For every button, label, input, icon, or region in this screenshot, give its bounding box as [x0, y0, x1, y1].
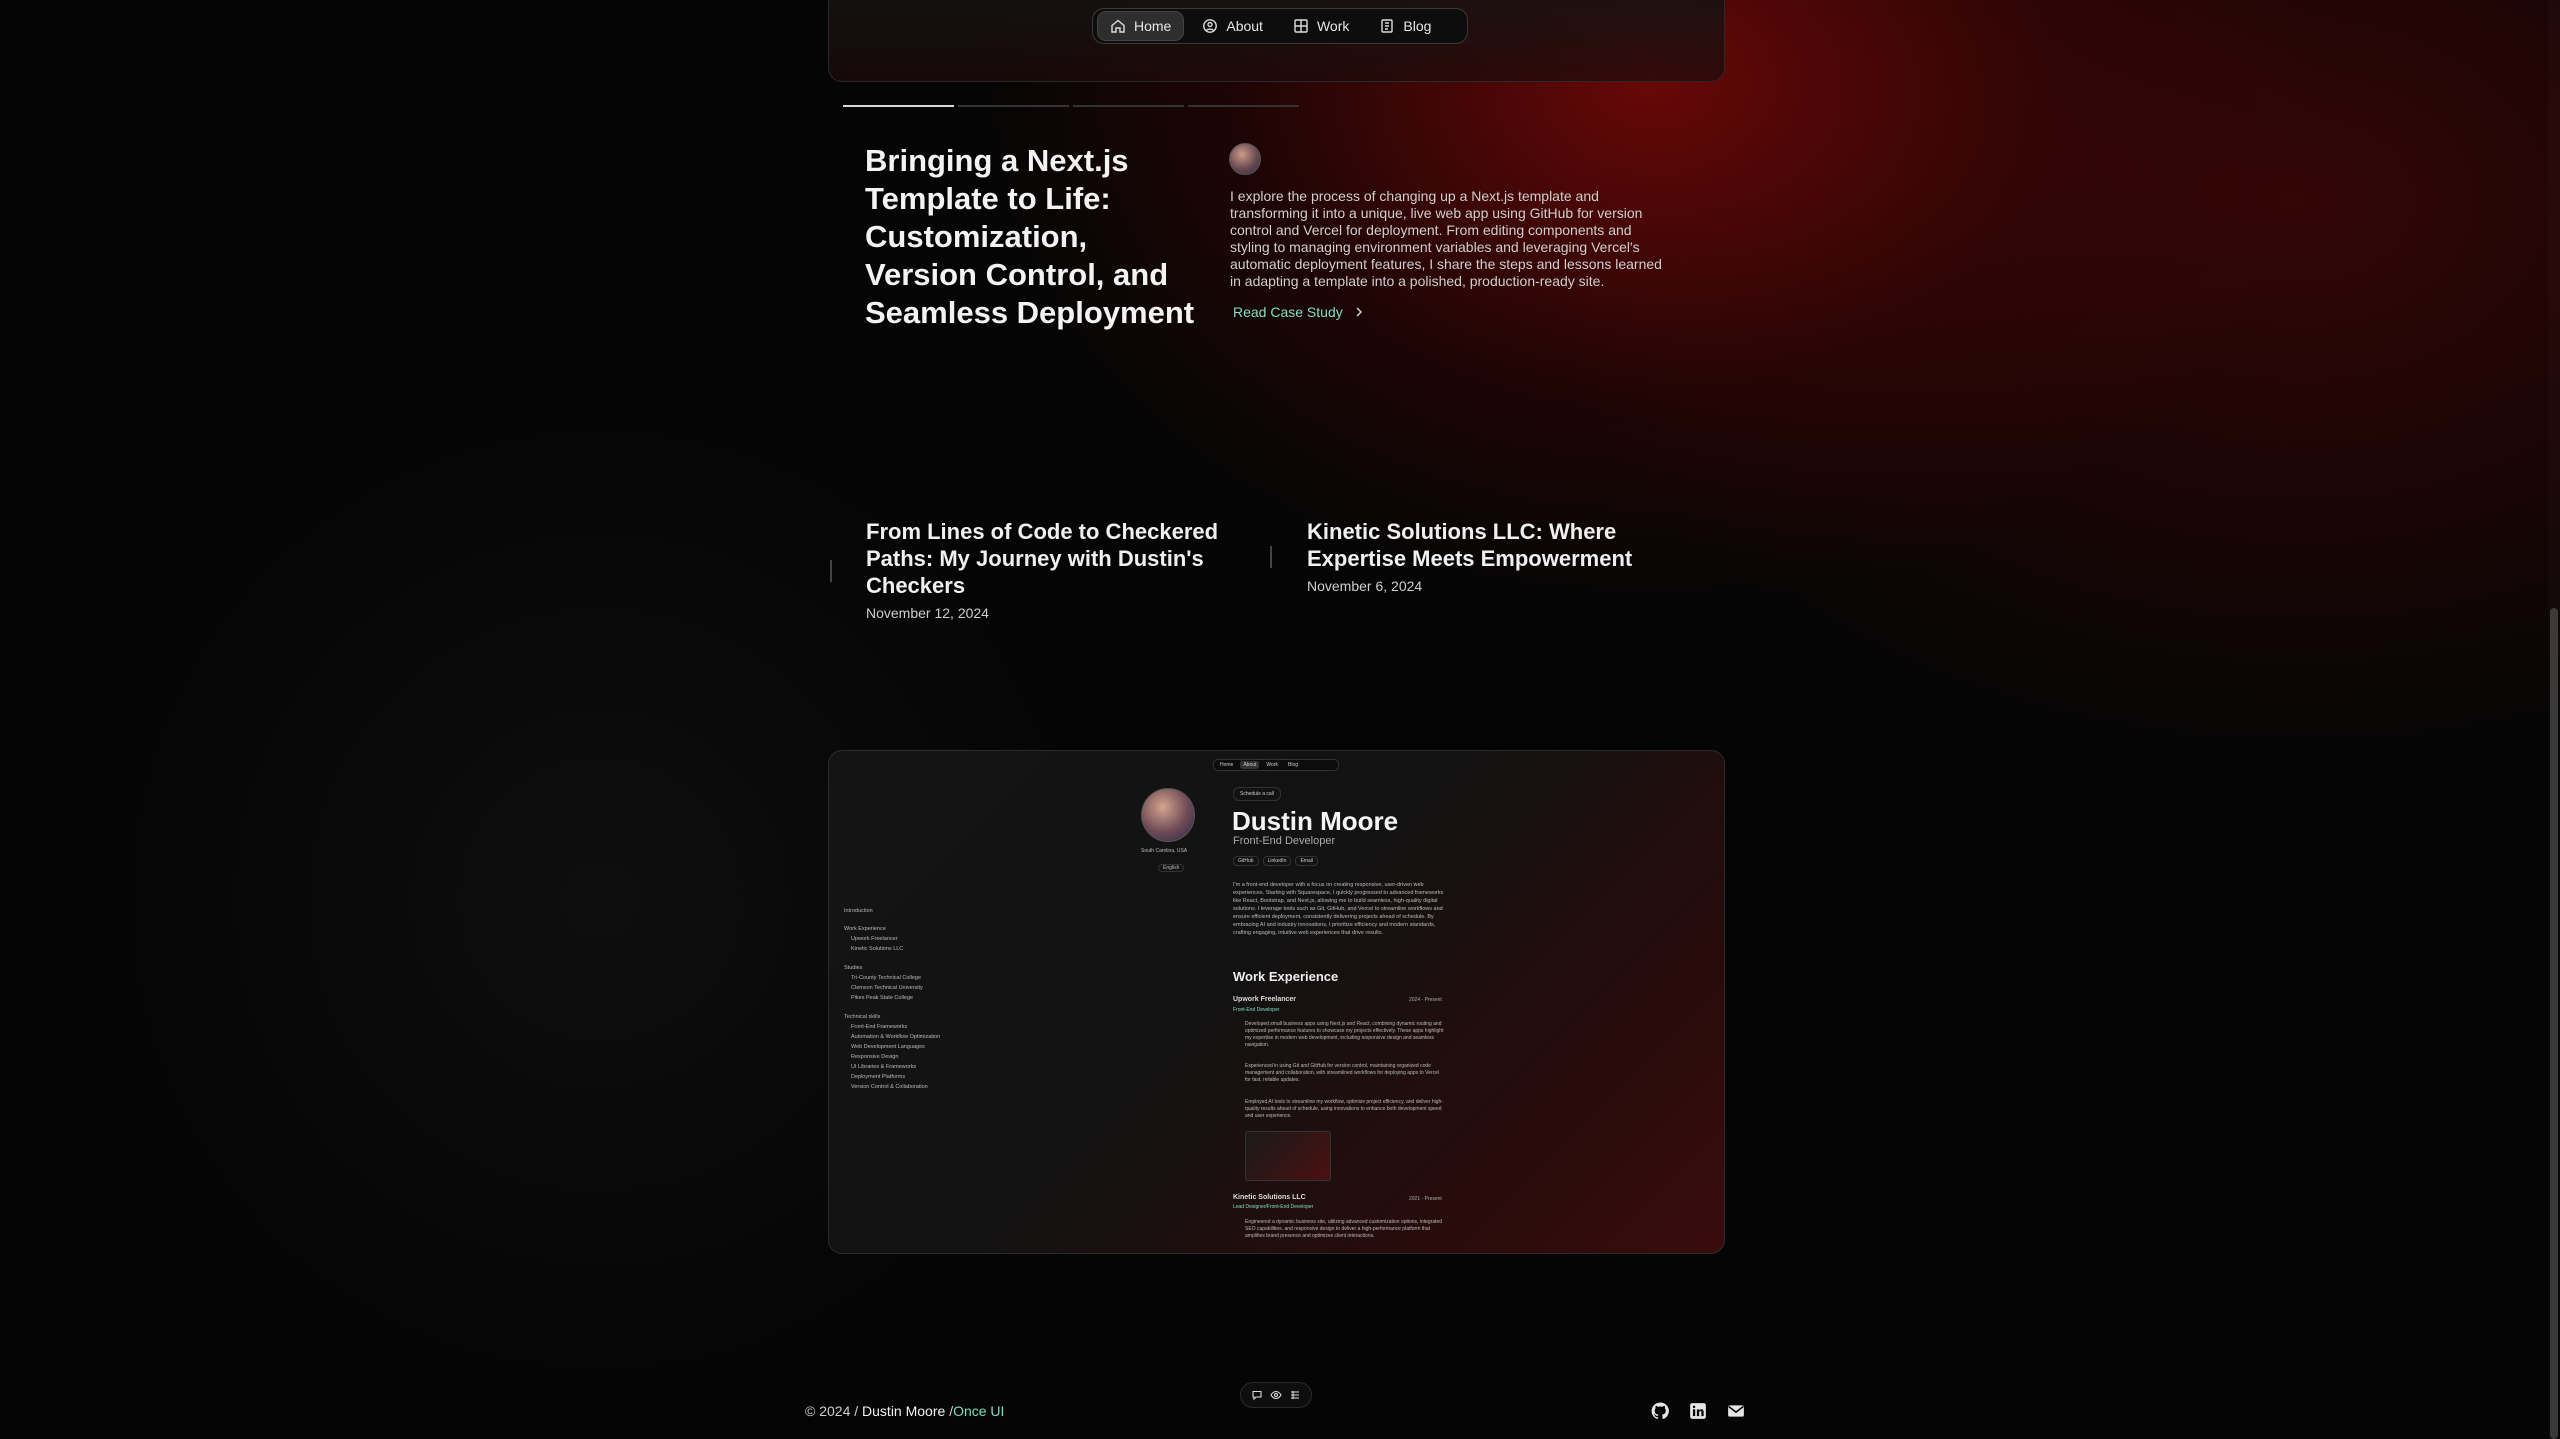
preview-nav-item: Home: [1220, 762, 1234, 768]
email-icon[interactable]: [1727, 1402, 1745, 1420]
nav-work-label: Work: [1316, 18, 1350, 34]
read-case-study-label: Read Case Study: [1233, 304, 1343, 320]
preview-job-company: Upwork Freelancer: [1233, 996, 1297, 1003]
preview-toc-item: Front-End Frameworks: [851, 1024, 908, 1030]
list-icon[interactable]: [1289, 1389, 1301, 1401]
preview-toc-item: Studies: [844, 965, 863, 971]
preview-job-role: Lead Designer/Front-End Developer: [1233, 1204, 1314, 1210]
preview-bullet: Employed AI tools to streamline my workf…: [1245, 1099, 1443, 1119]
preview-nav-item: Work: [1266, 762, 1278, 768]
preview-toc-item: Deployment Platforms: [851, 1074, 906, 1080]
preview-social-chips: GitHub LinkedIn Email: [1233, 856, 1318, 866]
preview-project-thumbnail: [1245, 1131, 1331, 1181]
eye-icon[interactable]: [1270, 1389, 1282, 1401]
read-case-study-link[interactable]: Read Case Study: [1233, 304, 1365, 320]
preview-toc-item: Version Control & Collaboration: [851, 1084, 928, 1090]
preview-chip: GitHub: [1233, 856, 1259, 866]
preview-toc-item: Work Experience: [844, 926, 886, 932]
chat-icon[interactable]: [1251, 1389, 1263, 1401]
preview-toc-item: Tri-County Technical College: [851, 975, 922, 981]
preview-toc-item: Clemson Technical University: [851, 985, 923, 991]
preview-bio: I'm a front-end developer with a focus o…: [1233, 882, 1444, 936]
preview-chip: Email: [1295, 856, 1318, 866]
featured-project-description: I explore the process of changing up a N…: [1230, 188, 1662, 289]
carousel-indicator-3[interactable]: [1073, 105, 1184, 107]
preview-bullet: Developed small business apps using Next…: [1245, 1021, 1444, 1048]
preview-location: South Carolina, USA: [1141, 848, 1188, 854]
preview-nav-item: About: [1240, 761, 1260, 769]
chevron-right-icon: [1356, 307, 1362, 317]
carousel-indicator-2[interactable]: [958, 105, 1069, 107]
scrollbar-track[interactable]: [2548, 0, 2560, 1439]
post-date: November 12, 2024: [866, 605, 989, 621]
preview-nav: Home About Work Blog: [1213, 759, 1339, 771]
about-page-preview[interactable]: Home About Work Blog South Carolina, USA…: [828, 750, 1725, 1254]
preview-chip: LinkedIn: [1262, 856, 1292, 866]
preview-toc-item: Pikes Peak State College: [851, 995, 914, 1001]
featured-project-title[interactable]: Bringing a Next.js Template to Life: Cus…: [865, 142, 1195, 332]
blog-post-1[interactable]: From Lines of Code to Checkered Paths: M…: [830, 518, 1220, 621]
nav-about[interactable]: About: [1190, 12, 1275, 40]
preview-job-role: Front-End Developer: [1233, 1007, 1280, 1013]
preview-job-company: Kinetic Solutions LLC: [1233, 1194, 1306, 1201]
nav-about-label: About: [1226, 18, 1263, 34]
post-title[interactable]: From Lines of Code to Checkered Paths: M…: [866, 518, 1220, 599]
linkedin-icon[interactable]: [1689, 1402, 1707, 1420]
preview-toc-item: Automation & Workflow Optimization: [851, 1034, 941, 1040]
main-nav: Home About Work Blog: [1092, 8, 1468, 44]
blog-post-2[interactable]: Kinetic Solutions LLC: Where Expertise M…: [1270, 518, 1690, 594]
post-date: November 6, 2024: [1307, 578, 1423, 594]
preview-avatar: [1141, 788, 1195, 842]
carousel-progress: [843, 105, 1299, 107]
preview-bullet: Engineered a dynamic business site, util…: [1245, 1219, 1443, 1239]
footer-year: © 2024 /: [805, 1403, 859, 1419]
preview-section-title: Work Experience: [1233, 969, 1339, 984]
preview-job-dates: 2024 - Present: [1409, 997, 1442, 1003]
preview-toc-item: Kinetic Solutions LLC: [851, 946, 904, 952]
github-icon[interactable]: [1651, 1402, 1669, 1420]
preview-toc-item: Technical skills: [844, 1014, 881, 1020]
preview-toc-item: Web Development Languages: [851, 1044, 925, 1050]
carousel-indicator-4[interactable]: [1188, 105, 1299, 107]
preview-toc-item: Introduction: [844, 908, 873, 914]
carousel-indicator-1[interactable]: [843, 105, 954, 107]
preview-toc-item: Upwork Freelancer: [851, 936, 898, 942]
nav-work[interactable]: Work: [1281, 12, 1361, 40]
person-icon: [1203, 19, 1218, 33]
home-icon: [1111, 19, 1125, 33]
preview-job-dates: 2021 - Present: [1409, 1196, 1442, 1202]
preview-nav-item: Blog: [1288, 762, 1299, 768]
preview-toc-item: Responsive Design: [851, 1054, 899, 1060]
footer-once-ui-link[interactable]: Once UI: [953, 1403, 1004, 1419]
post-divider: [1270, 546, 1272, 568]
footer-toggle-group: [1240, 1382, 1312, 1408]
nav-blog[interactable]: Blog: [1367, 12, 1443, 40]
post-divider: [830, 560, 832, 582]
preview-schedule-button: Schedule a call: [1233, 787, 1281, 801]
preview-name: Dustin Moore: [1232, 806, 1399, 836]
nav-blog-label: Blog: [1403, 18, 1432, 34]
grid-icon: [1294, 19, 1308, 33]
preview-toc-item: UI Libraries & Frameworks: [851, 1064, 917, 1070]
preview-bullet: Experienced in using Git and GitHub for …: [1245, 1063, 1439, 1083]
nav-home-label: Home: [1134, 18, 1172, 34]
footer-name: Dustin Moore: [862, 1403, 946, 1419]
preview-language: English: [1158, 864, 1185, 872]
post-title[interactable]: Kinetic Solutions LLC: Where Expertise M…: [1307, 518, 1690, 572]
scrollbar-thumb[interactable]: [2550, 608, 2558, 1439]
nav-home[interactable]: Home: [1097, 11, 1185, 41]
preview-role: Front-End Developer: [1233, 835, 1336, 847]
book-icon: [1381, 19, 1394, 33]
author-avatar: [1229, 143, 1261, 175]
footer-copyright: © 2024 / Dustin Moore /Once UI: [805, 1403, 1004, 1419]
